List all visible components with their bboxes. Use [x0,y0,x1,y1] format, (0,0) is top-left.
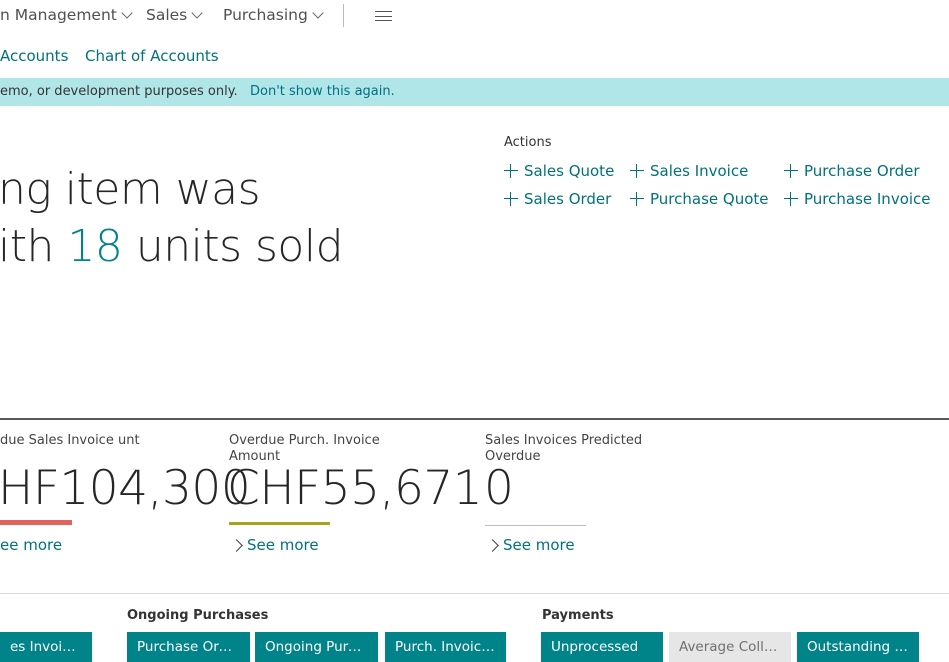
nav-menu-label: Purchasing [223,6,308,24]
nav-menu-label: n Management [0,6,117,24]
group-title-ongoing-purchases: Ongoing Purchases [127,608,269,623]
see-more-link[interactable]: ee more [0,536,62,554]
tile-purch-invoices[interactable]: Purch. Invoices... [385,632,506,662]
chevron-down-icon [121,7,133,19]
chevron-down-icon [312,7,324,19]
action-label: Purchase Quote [650,190,769,208]
banner-text: emo, or development purposes only. [0,84,238,99]
see-more-label: ee more [0,536,63,554]
nav-menu-management[interactable]: n Management [0,6,133,24]
plus-icon [630,192,644,206]
chevron-down-icon [191,7,203,19]
section-divider [0,418,949,420]
see-more-label: See more [503,536,575,554]
plus-icon [784,164,798,178]
tile-ongoing-purch[interactable]: Ongoing Purch... [255,632,378,662]
plus-icon [630,164,644,178]
actions-title: Actions [504,135,552,150]
action-purchase-invoice[interactable]: Purchase Invoice [784,190,931,208]
plus-icon [504,192,518,206]
action-label: Sales Invoice [650,162,749,180]
kpi-value-predicted-overdue: 0 [484,461,514,516]
nav-menu-purchasing[interactable]: Purchasing [223,6,324,24]
plus-icon [784,192,798,206]
nav-separator [343,4,344,27]
see-more-link[interactable]: See more [230,536,319,554]
kpi-indicator-bar [229,522,330,525]
nav-menu-sales[interactable]: Sales [146,6,203,24]
headline-units-number: 18 [67,221,123,272]
action-label: Purchase Invoice [804,190,931,208]
see-more-link[interactable]: See more [486,536,575,554]
action-sales-invoice[interactable]: Sales Invoice [630,162,748,180]
action-label: Sales Quote [524,162,615,180]
nav-link-chart-of-accounts[interactable]: Chart of Accounts [85,47,219,65]
kpi-indicator-bar [485,525,586,526]
action-sales-order[interactable]: Sales Order [504,190,611,208]
action-purchase-order[interactable]: Purchase Order [784,162,920,180]
action-label: Purchase Order [804,162,920,180]
kpi-indicator-bar [0,520,72,525]
headline-line1: ng item was [0,164,261,215]
tile-outstanding[interactable]: Outstanding V... [797,632,919,662]
nav-link-accounts[interactable]: Accounts [0,47,68,65]
kpi-value-overdue-sales: HF104,300 [0,461,251,516]
tile-sales-invoices[interactable]: es Invoices [0,632,92,662]
headline-text: units sold [122,221,344,272]
headline-text: ith [0,221,68,272]
hamburger-menu-icon[interactable] [375,11,392,22]
tile-unprocessed[interactable]: Unprocessed [541,632,663,662]
action-purchase-quote[interactable]: Purchase Quote [630,190,768,208]
action-sales-quote[interactable]: Sales Quote [504,162,614,180]
group-title-payments: Payments [542,608,614,623]
chevron-right-icon [230,538,243,552]
plus-icon [504,164,518,178]
action-label: Sales Order [524,190,612,208]
headline-line2: ith 18 units sold [0,221,344,272]
chevron-right-icon [486,538,499,552]
tile-average-collection[interactable]: Average Collec... [669,632,791,662]
section-divider [0,593,949,594]
see-more-label: See more [247,536,319,554]
kpi-value-overdue-purch: CHF55,671 [227,461,483,516]
kpi-label-overdue-sales: due Sales Invoice unt [0,433,140,448]
tile-purchase-orders[interactable]: Purchase Orders [127,632,250,662]
dont-show-again-link[interactable]: Don't show this again. [250,84,395,99]
nav-menu-label: Sales [146,6,188,24]
